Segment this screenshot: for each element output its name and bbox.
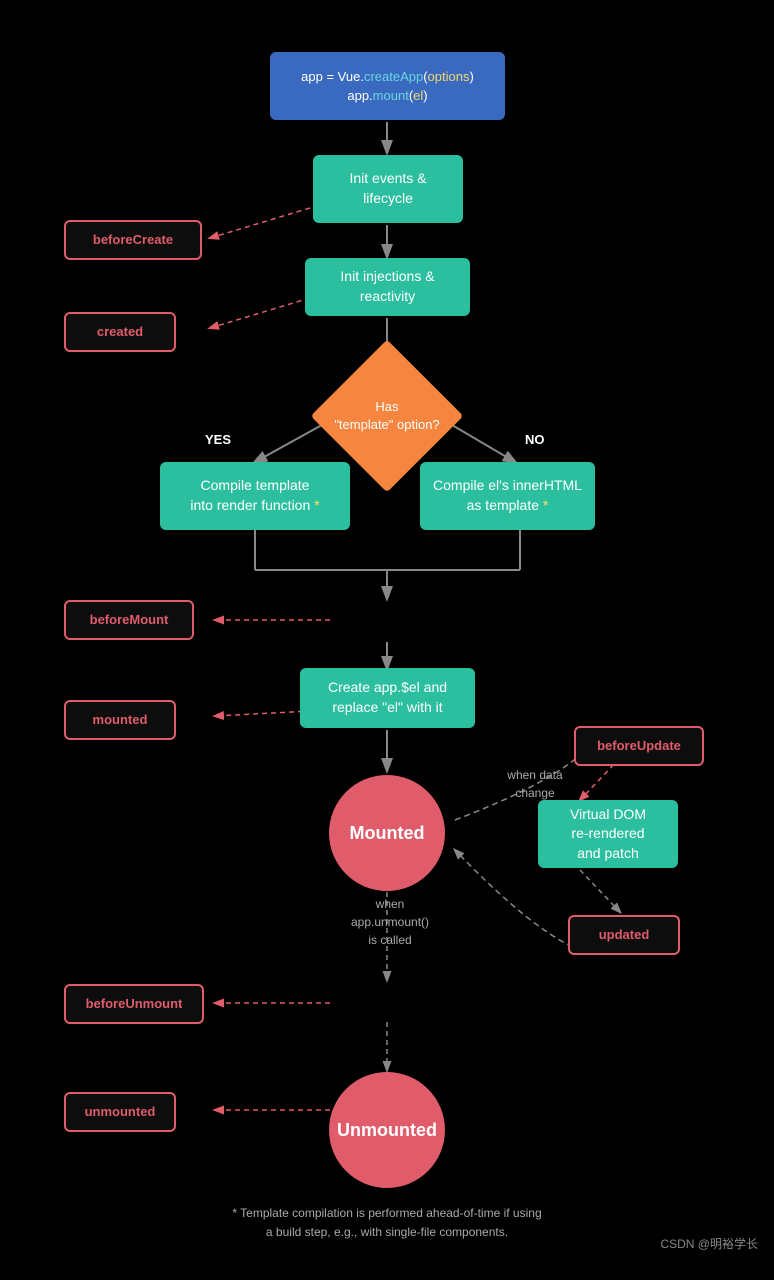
create-appel-box: Create app.$el andreplace "el" with it: [300, 668, 475, 728]
unmounted-circle: Unmounted: [329, 1072, 445, 1188]
no-label: NO: [525, 432, 545, 447]
init-code-box: app = Vue.createApp(options) app.mount(e…: [270, 52, 505, 120]
footer-note: * Template compilation is performed ahea…: [0, 1204, 774, 1242]
unmounted-hook-label: unmounted: [85, 1103, 156, 1121]
init-injections-text: Init injections & reactivity: [317, 267, 458, 306]
yes-label: YES: [205, 432, 231, 447]
mounted-hook-box: mounted: [64, 700, 176, 740]
unmounted-hook-box: unmounted: [64, 1092, 176, 1132]
init-events-box: Init events & lifecycle: [313, 155, 463, 223]
init-events-text: Init events & lifecycle: [325, 169, 451, 208]
init-code-text: app = Vue.createApp(options) app.mount(e…: [301, 67, 474, 106]
unmounted-circle-label: Unmounted: [337, 1120, 437, 1141]
updated-label: updated: [599, 926, 650, 944]
compile-el-box: Compile el's innerHTMLas template *: [420, 462, 595, 530]
before-create-box: beforeCreate: [64, 220, 202, 260]
created-box: created: [64, 312, 176, 352]
when-unmount-label: whenapp.unmount()is called: [330, 895, 450, 949]
create-appel-text: Create app.$el andreplace "el" with it: [328, 678, 447, 717]
has-template-label: Has"template" option?: [333, 362, 441, 470]
compile-template-box: Compile templateinto render function *: [160, 462, 350, 530]
lifecycle-diagram: app = Vue.createApp(options) app.mount(e…: [0, 0, 774, 1260]
virtual-dom-box: Virtual DOMre-renderedand patch: [538, 800, 678, 868]
init-injections-box: Init injections & reactivity: [305, 258, 470, 316]
before-unmount-label: beforeUnmount: [86, 995, 183, 1013]
before-update-box: beforeUpdate: [574, 726, 704, 766]
compile-el-text: Compile el's innerHTMLas template *: [433, 476, 582, 515]
before-mount-box: beforeMount: [64, 600, 194, 640]
mounted-circle-label: Mounted: [350, 823, 425, 844]
watermark: CSDN @明裕学长: [660, 1235, 758, 1252]
before-update-label: beforeUpdate: [597, 737, 681, 755]
when-data-change-label: when datachange: [490, 766, 580, 802]
updated-box: updated: [568, 915, 680, 955]
created-label: created: [97, 323, 143, 341]
mounted-circle: Mounted: [329, 775, 445, 891]
before-create-label: beforeCreate: [93, 231, 173, 249]
before-unmount-box: beforeUnmount: [64, 984, 204, 1024]
mounted-hook-label: mounted: [93, 711, 148, 729]
compile-template-text: Compile templateinto render function *: [190, 476, 319, 515]
before-mount-label: beforeMount: [90, 611, 169, 629]
virtual-dom-text: Virtual DOMre-renderedand patch: [570, 805, 646, 864]
